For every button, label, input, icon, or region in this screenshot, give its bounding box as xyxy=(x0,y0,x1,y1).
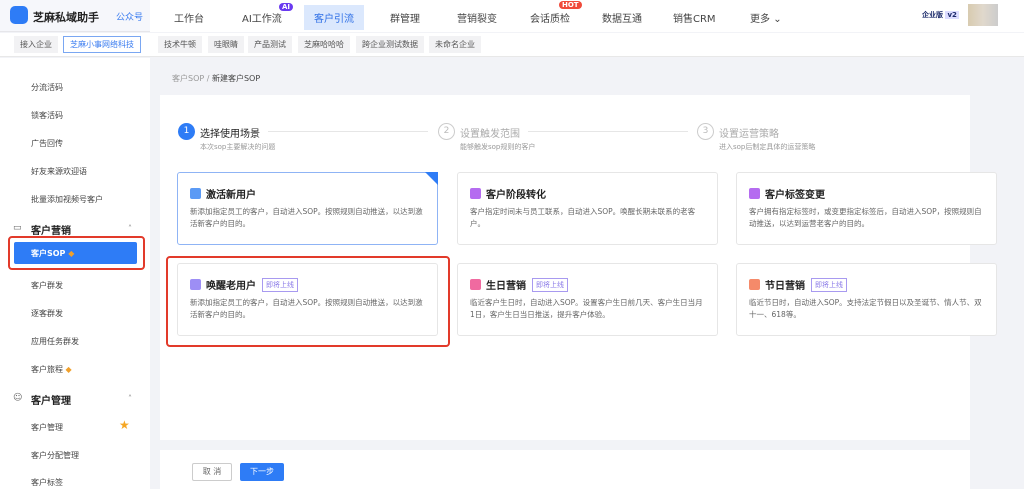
step-title: 选择使用场景 xyxy=(200,129,260,140)
tab-enterprise[interactable]: 未命名企业 xyxy=(429,36,481,53)
nav-customer-acquisition[interactable]: 客户引流 xyxy=(304,5,364,30)
scenario-card-stage-conversion[interactable]: 客户阶段转化客户指定时间未与员工联系，自动进入SOP。唤醒长期未联系的老客户。 xyxy=(457,172,718,245)
tab-enterprise[interactable]: 产品测试 xyxy=(248,36,292,53)
tab-enterprise[interactable]: 哇眼睛 xyxy=(208,36,244,53)
cake-icon xyxy=(470,279,481,290)
edition-label: 企业版 xyxy=(922,11,943,19)
ai-badge: AI xyxy=(279,3,294,11)
nav-marketing-fission[interactable]: 营销裂变 xyxy=(457,10,497,25)
scenario-card-activate-new[interactable]: 激活新用户新添加指定员工的客户，自动进入SOP。按照规则自动推送，以达到激活新客… xyxy=(177,172,438,245)
sidebar-item[interactable]: 分流活码 xyxy=(31,82,63,93)
card-desc: 客户指定时间未与员工联系，自动进入SOP。唤醒长期未联系的老客户。 xyxy=(470,207,696,228)
sidebar-group-customer-management[interactable]: 客户管理 xyxy=(31,392,71,407)
main-nav: 工作台 AI工作流 AI 客户引流 群管理 营销裂变 会话质检 HOT 数据互通… xyxy=(150,0,1024,32)
breadcrumb: 客户SOP / 新建客户SOP xyxy=(172,74,261,83)
account-type-link[interactable]: 公众号 xyxy=(116,10,143,23)
chevron-down-icon: ⌄ xyxy=(773,14,782,25)
step-number: 3 xyxy=(697,123,714,140)
card-title: 客户阶段转化 xyxy=(486,190,546,201)
selected-check-icon xyxy=(425,172,438,185)
cycle-icon xyxy=(470,188,481,199)
sidebar-group-customer-marketing[interactable]: 客户营销 xyxy=(31,222,71,237)
sidebar-item[interactable]: 客户旅程 ◆ xyxy=(31,364,72,375)
step-2: 2 设置触发范围能够触发sop规则的客户 xyxy=(438,123,638,157)
breadcrumb-parent[interactable]: 客户SOP xyxy=(172,74,204,83)
card-title: 节日营销 xyxy=(765,281,805,292)
sidebar-item[interactable]: 锁客活码 xyxy=(31,110,63,121)
card-title: 客户标签变更 xyxy=(765,190,825,201)
app-logo-icon xyxy=(10,6,28,24)
sidebar-item[interactable]: 应用任务群发 xyxy=(31,336,79,347)
calendar-icon: ▭ xyxy=(13,223,22,233)
star-icon[interactable]: ★ xyxy=(119,418,130,432)
card-desc: 客户拥有指定标签时，或变更指定标签后，自动进入SOP，按照规则自动推送，以达到运… xyxy=(749,207,982,228)
chevron-up-icon[interactable]: ˄ xyxy=(128,224,132,233)
nav-session-inspection[interactable]: 会话质检 xyxy=(530,10,570,25)
step-desc: 进入sop后制定具体的运营策略 xyxy=(719,143,816,151)
nav-ai-workflow[interactable]: AI工作流 xyxy=(242,10,282,25)
nav-sales-crm[interactable]: 销售CRM xyxy=(673,10,716,25)
nav-workbench[interactable]: 工作台 xyxy=(174,10,204,25)
version-badge: v2 xyxy=(945,11,959,19)
sidebar-item-label: 客户旅程 xyxy=(31,365,63,374)
tab-enterprise-active[interactable]: 芝麻小事网络科技 xyxy=(63,36,141,53)
step-title: 设置触发范围 xyxy=(460,129,520,140)
scenario-card-holiday[interactable]: 节日营销 即将上线临近节日时，自动进入SOP。支持法定节假日以及圣诞节、情人节、双… xyxy=(736,263,997,336)
nav-group-management[interactable]: 群管理 xyxy=(390,10,420,25)
sidebar-item[interactable]: 客户管理 xyxy=(31,422,63,433)
sidebar-item[interactable]: 好友来源欢迎语 xyxy=(31,166,87,177)
step-number: 1 xyxy=(178,123,195,140)
diamond-icon: ◆ xyxy=(68,249,75,258)
user-avatar[interactable] xyxy=(968,4,998,26)
coming-soon-badge: 即将上线 xyxy=(811,277,847,292)
sidebar-item[interactable]: 客户分配管理 xyxy=(31,450,79,461)
cycle-icon xyxy=(749,188,760,199)
step-divider xyxy=(268,131,428,132)
highlight-box xyxy=(166,256,450,347)
nav-more-label: 更多 xyxy=(750,14,770,25)
edition-badge: 企业版 v2 xyxy=(922,10,959,20)
step-title: 设置运营策略 xyxy=(719,129,779,140)
cancel-button[interactable]: 取 消 xyxy=(192,463,232,481)
chevron-up-icon[interactable]: ˄ xyxy=(128,394,132,403)
tab-enterprise[interactable]: 接入企业 xyxy=(14,36,58,53)
card-desc: 临近客户生日时，自动进入SOP。设置客户生日前几天、客户生日当月1日，客户生日当… xyxy=(470,298,703,319)
sidebar-item-label: 客户SOP xyxy=(31,249,66,258)
card-title: 生日营销 xyxy=(486,281,526,292)
sidebar-item[interactable]: 逐客群发 xyxy=(31,308,63,319)
sidebar: 分流活码 锁客活码 广告回传 好友来源欢迎语 批量添加视频号客户 ▭ 客户营销 … xyxy=(0,58,150,489)
next-step-button[interactable]: 下一步 xyxy=(240,463,284,481)
breadcrumb-current: 新建客户SOP xyxy=(211,74,261,83)
customer-icon: ☺ xyxy=(13,393,23,403)
card-desc: 新添加指定员工的客户，自动进入SOP。按照规则自动推送，以达到激活新客户的目的。 xyxy=(190,207,423,228)
card-desc: 临近节日时，自动进入SOP。支持法定节假日以及圣诞节、情人节、双十一、618等。 xyxy=(749,298,982,319)
step-1: 1 选择使用场景本次sop主要解决的问题 xyxy=(178,123,378,157)
sidebar-item[interactable]: 客户群发 xyxy=(31,280,63,291)
enterprise-tabs: 接入企业 芝麻小事网络科技 技术牛顿 哇眼睛 产品测试 芝麻哈哈哈 跨企业测试数… xyxy=(0,33,1024,57)
diamond-icon: ◆ xyxy=(65,365,72,374)
tab-enterprise[interactable]: 跨企业测试数据 xyxy=(356,36,424,53)
brand-name[interactable]: 芝麻私域助手 xyxy=(33,9,99,25)
sidebar-item[interactable]: 批量添加视频号客户 xyxy=(31,194,103,205)
tab-enterprise[interactable]: 芝麻哈哈哈 xyxy=(298,36,350,53)
scenario-card-birthday[interactable]: 生日营销 即将上线临近客户生日时，自动进入SOP。设置客户生日前几天、客户生日当月… xyxy=(457,263,718,336)
card-title: 激活新用户 xyxy=(206,190,256,201)
nav-data-sync[interactable]: 数据互通 xyxy=(602,10,642,25)
hot-badge: HOT xyxy=(559,1,582,9)
coming-soon-badge: 即将上线 xyxy=(532,277,568,292)
step-divider xyxy=(528,131,688,132)
step-desc: 本次sop主要解决的问题 xyxy=(200,143,276,151)
nav-more[interactable]: 更多 ⌄ xyxy=(750,10,782,25)
step-desc: 能够触发sop规则的客户 xyxy=(460,143,536,151)
step-3: 3 设置运营策略进入sop后制定具体的运营策略 xyxy=(697,123,897,157)
sidebar-item[interactable]: 广告回传 xyxy=(31,138,63,149)
scenario-card-tag-change[interactable]: 客户标签变更客户拥有指定标签时，或变更指定标签后，自动进入SOP，按照规则自动推… xyxy=(736,172,997,245)
rocket-icon xyxy=(190,188,201,199)
tab-enterprise[interactable]: 技术牛顿 xyxy=(158,36,202,53)
step-number: 2 xyxy=(438,123,455,140)
sidebar-item[interactable]: 客户标签 xyxy=(31,477,63,488)
party-icon xyxy=(749,279,760,290)
top-bar: 芝麻私域助手 公众号 工作台 AI工作流 AI 客户引流 群管理 营销裂变 会话… xyxy=(0,0,1024,32)
sidebar-item-customer-sop[interactable]: 客户SOP ◆ xyxy=(14,242,137,264)
